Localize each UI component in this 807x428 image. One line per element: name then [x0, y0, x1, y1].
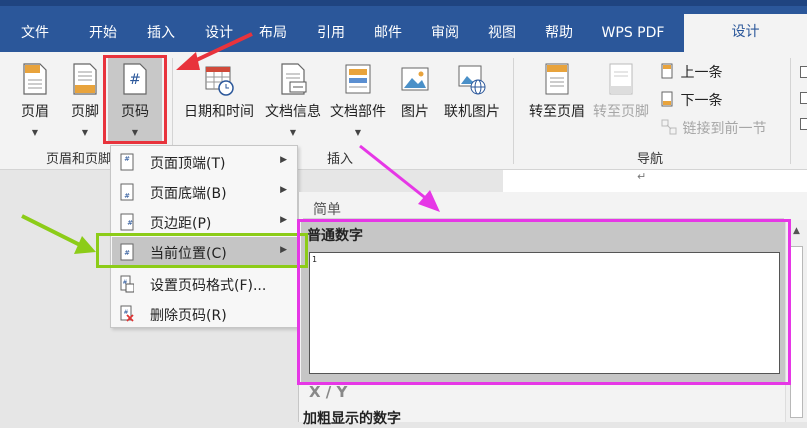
- red-arrowhead-icon: [176, 52, 200, 70]
- magenta-arrow-icon: [359, 144, 429, 202]
- green-arrow-icon: [21, 214, 83, 248]
- annotation-arrows: [21, 32, 440, 254]
